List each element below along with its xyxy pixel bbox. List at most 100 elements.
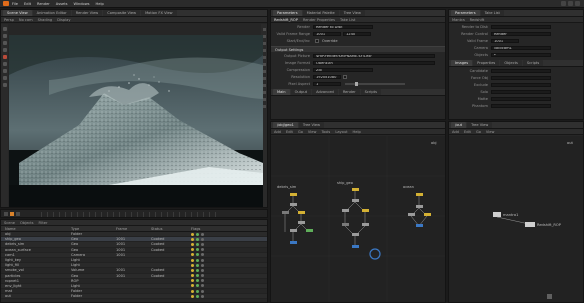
param-field[interactable]: * <box>491 52 551 58</box>
tree-tool[interactable]: Objects <box>20 221 34 225</box>
subtab-main[interactable]: Main <box>273 89 290 95</box>
tab-animation-editor[interactable]: Animation Editor <box>32 10 71 16</box>
params-tool[interactable]: Take List <box>340 18 355 22</box>
flag-icon[interactable] <box>201 274 204 278</box>
tab-out-network[interactable]: /out <box>451 122 467 128</box>
node[interactable] <box>290 203 297 206</box>
forward-icon[interactable] <box>16 212 20 216</box>
flag-icon[interactable] <box>196 289 199 293</box>
subtab-output[interactable]: Output <box>290 89 312 95</box>
flag-icon[interactable] <box>201 294 204 298</box>
param-field[interactable]: Render to Disk <box>313 24 373 30</box>
node[interactable] <box>342 223 349 226</box>
node[interactable] <box>416 193 423 196</box>
param-field[interactable]: 1001 <box>491 38 519 44</box>
flag-icon[interactable] <box>196 268 199 272</box>
menu-file[interactable]: File <box>12 2 18 6</box>
subtab-scripts[interactable]: Scripts <box>522 60 544 66</box>
param-field[interactable]: OpenEXR <box>313 60 435 66</box>
menu-windows[interactable]: Windows <box>73 2 89 6</box>
flag-icon[interactable] <box>191 232 194 236</box>
node[interactable] <box>306 229 313 232</box>
param-field[interactable]: 1001 <box>313 31 341 37</box>
rewind-icon[interactable] <box>4 212 8 216</box>
viewport-tool[interactable]: Persp <box>4 18 14 22</box>
view-tool-icon[interactable] <box>2 62 7 66</box>
rop-node[interactable] <box>525 222 535 227</box>
network-menu-item[interactable]: Layout <box>335 130 347 134</box>
flag-icon[interactable] <box>191 284 194 288</box>
subtab-advanced[interactable]: Advanced <box>312 89 338 95</box>
flag-icon[interactable] <box>201 268 204 272</box>
section-header[interactable]: Output Settings <box>271 46 445 52</box>
tab-network[interactable]: /obj/geo1 <box>273 122 298 128</box>
flag-icon[interactable] <box>191 294 194 298</box>
col-name[interactable]: Name <box>1 227 71 231</box>
param-field[interactable]: 1240 <box>343 31 371 37</box>
brush-tool-icon[interactable] <box>2 83 7 87</box>
flag-icon[interactable] <box>196 294 199 298</box>
node[interactable] <box>408 213 415 216</box>
node-graph[interactable]: obj debris_sim ship_geo ocean <box>271 136 445 302</box>
network-menu-item[interactable]: View <box>308 130 317 134</box>
flag-icon[interactable] <box>191 279 194 283</box>
rotate-tool-icon[interactable] <box>2 41 7 45</box>
flag-icon[interactable] <box>201 263 204 267</box>
tab-motion-fx-view[interactable]: Motion FX View <box>141 10 177 16</box>
flag-icon[interactable] <box>201 232 204 236</box>
param-checkbox[interactable] <box>343 75 347 79</box>
flag-icon[interactable] <box>201 242 204 246</box>
rop-node[interactable] <box>493 212 501 217</box>
subtab-images[interactable]: Images <box>451 60 473 66</box>
scale-tool-icon[interactable] <box>2 48 7 52</box>
param-field[interactable] <box>491 82 551 88</box>
display-option-icon[interactable] <box>262 28 266 31</box>
viewport-tool[interactable]: Display <box>57 18 70 22</box>
node[interactable] <box>362 209 369 212</box>
flag-icon[interactable] <box>191 237 194 241</box>
timeline-ticks[interactable] <box>41 212 221 217</box>
param-field[interactable] <box>491 68 551 74</box>
params-tool[interactable]: Render Properties <box>303 18 335 22</box>
pose-tool-icon[interactable] <box>2 69 7 73</box>
flag-icon[interactable] <box>191 258 194 262</box>
rop-graph[interactable]: out mantra1 Redshift_ROP <box>449 136 583 302</box>
flag-icon[interactable] <box>201 289 204 293</box>
menu-help[interactable]: Help <box>96 2 104 6</box>
maximize-icon[interactable] <box>568 1 573 6</box>
node[interactable] <box>298 221 305 224</box>
tree-row[interactable]: out Folder <box>1 294 267 300</box>
flag-icon[interactable] <box>201 253 204 257</box>
node[interactable] <box>352 188 359 191</box>
flag-icon[interactable] <box>196 263 199 267</box>
tab-tree-view[interactable]: Tree View <box>298 122 325 128</box>
tab-parameters[interactable]: Parameters <box>451 10 480 16</box>
flag-icon[interactable] <box>201 258 204 262</box>
close-icon[interactable] <box>575 1 580 6</box>
col-status[interactable]: Status <box>151 227 191 231</box>
flag-icon[interactable] <box>191 263 194 267</box>
flag-icon[interactable] <box>196 253 199 257</box>
network-menu-item[interactable]: Go <box>476 130 481 134</box>
param-field[interactable]: Zip <box>313 67 373 73</box>
viewport-tool[interactable]: No cam <box>19 18 33 22</box>
node[interactable] <box>416 224 423 227</box>
param-field[interactable]: 1 <box>313 81 341 87</box>
tab-composite-view[interactable]: Composite View <box>103 10 141 16</box>
network-menu-item[interactable]: View <box>486 130 495 134</box>
param-field[interactable] <box>491 103 551 109</box>
network-menu-item[interactable]: Edit <box>286 130 293 134</box>
flag-icon[interactable] <box>191 242 194 246</box>
network-menu-item[interactable]: Edit <box>464 130 471 134</box>
network-menu-item[interactable]: Go <box>298 130 303 134</box>
tree-tool[interactable]: Scene <box>4 221 15 225</box>
move-tool-icon[interactable] <box>2 34 7 38</box>
snap-tool-icon[interactable] <box>2 76 7 80</box>
timeline-bar[interactable] <box>0 209 268 218</box>
subtab-render[interactable]: Render <box>338 89 360 95</box>
param-slider[interactable] <box>345 82 405 86</box>
network-menu-item[interactable]: Add <box>452 130 459 134</box>
flag-icon[interactable] <box>201 237 204 241</box>
param-field[interactable] <box>491 89 551 95</box>
override-checkbox[interactable] <box>315 39 319 43</box>
